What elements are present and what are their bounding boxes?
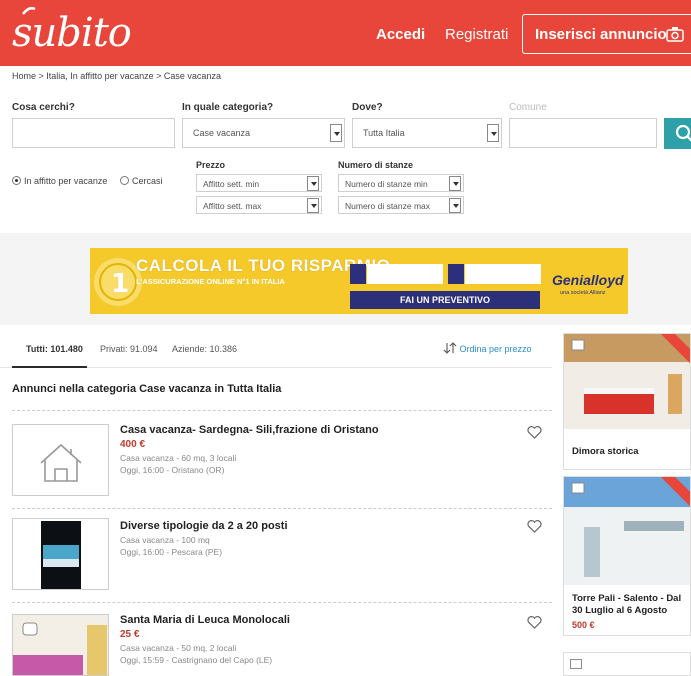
price-min-value: Affitto sett. min [203, 179, 260, 189]
comune-label: Comune [509, 102, 547, 113]
price-max-select[interactable]: Affitto sett. max [196, 196, 322, 214]
divider [12, 508, 552, 509]
search-icon [675, 124, 691, 142]
card-photo [564, 334, 690, 429]
featured-card[interactable] [563, 652, 691, 676]
date-input[interactable] [465, 264, 541, 284]
card-title: Torre Pali - Salento - Dal 30 Luglio al … [572, 593, 682, 617]
listing-price: 400 € [120, 439, 146, 450]
featured-card[interactable]: Dimora storica [563, 333, 691, 470]
listing-photo [13, 615, 108, 675]
category-label: In quale categoria? [182, 102, 274, 113]
rooms-min-select[interactable]: Numero di stanze min [338, 174, 464, 192]
tab-active-indicator [12, 366, 87, 368]
quote-button[interactable]: FAI UN PREVENTIVO [350, 291, 540, 309]
card-title: Dimora storica [572, 446, 639, 457]
divider [12, 602, 552, 603]
what-input[interactable] [12, 118, 175, 148]
featured-card[interactable]: Torre Pali - Salento - Dal 30 Luglio al … [563, 476, 691, 636]
post-ad-label: Inserisci annuncio [535, 26, 667, 43]
section-title: Annunci nella categoria Case vacanza in … [12, 383, 282, 395]
logo-swoosh-icon [22, 6, 36, 15]
chevron-down-icon [330, 124, 342, 142]
ad-banner[interactable]: 1 CALCOLA IL TUO RISPARMIO L'ASSICURAZIO… [90, 248, 628, 314]
radio-cercasi-label: Cercasi [132, 176, 163, 186]
card-price: 500 € [572, 620, 595, 630]
rooms-label: Numero di stanze [338, 160, 414, 170]
category-select[interactable]: Case vacanza [182, 118, 345, 148]
plate-icon [350, 264, 366, 284]
top-header: subito Accedi Registrati Inserisci annun… [0, 0, 691, 66]
plate-input[interactable] [367, 264, 443, 284]
listing-details: Casa vacanza - 50 mq, 2 locali [120, 643, 237, 653]
chevron-down-icon [449, 176, 461, 191]
rooms-max-value: Numero di stanze max [345, 201, 431, 211]
tab-companies[interactable]: Aziende: 10.386 [172, 344, 237, 354]
comune-input[interactable] [509, 118, 657, 148]
photo-icon [570, 659, 582, 669]
sort-label: Ordina per prezzo [459, 344, 532, 354]
rooms-max-select[interactable]: Numero di stanze max [338, 196, 464, 214]
breadcrumb[interactable]: Home > Italia, In affitto per vacanze > … [12, 71, 221, 81]
card-photo [564, 477, 690, 585]
listing-details: Casa vacanza - 60 mq, 3 locali [120, 453, 237, 463]
sort-button[interactable]: Ordina per prezzo [443, 342, 532, 354]
login-link[interactable]: Accedi [376, 26, 425, 43]
radio-cercasi[interactable]: Cercasi [120, 176, 163, 186]
what-label: Cosa cerchi? [12, 102, 75, 113]
genialloyd-sub: una società Allianz [560, 290, 606, 296]
chevron-down-icon [487, 124, 499, 142]
register-link[interactable]: Registrati [445, 26, 508, 43]
listing-posted: Oggi, 16:00 - Oristano (OR) [120, 465, 225, 475]
listing-thumbnail[interactable] [12, 614, 109, 676]
radio-selected-icon [12, 176, 21, 185]
listing-thumbnail[interactable] [12, 518, 109, 590]
price-max-value: Affitto sett. max [203, 201, 262, 211]
price-min-select[interactable]: Affitto sett. min [196, 174, 322, 192]
camera-icon [666, 27, 684, 42]
radio-in-affitto-label: In affitto per vacanze [24, 176, 108, 186]
rooms-min-value: Numero di stanze min [345, 179, 428, 189]
tab-private[interactable]: Privati: 91.094 [100, 344, 158, 354]
chevron-down-icon [307, 198, 319, 213]
where-value: Tutta Italia [363, 128, 405, 138]
divider [12, 410, 552, 411]
search-button[interactable] [664, 118, 691, 149]
sort-icon [443, 342, 457, 354]
listing-posted: Oggi, 16:00 - Pescara (PE) [120, 547, 223, 557]
heart-icon[interactable] [527, 520, 542, 533]
listing-photo [41, 521, 81, 589]
radio-in-affitto[interactable]: In affitto per vacanze [12, 176, 107, 186]
genialloyd-logo: Genialloyd [552, 272, 624, 288]
listing-title[interactable]: Diverse tipologie da 2 a 20 posti [120, 520, 288, 532]
banner-subtitle: L'ASSICURAZIONE ONLINE N°1 IN ITALIA [136, 277, 285, 286]
chevron-down-icon [307, 176, 319, 191]
category-value: Case vacanza [193, 128, 251, 138]
subito-logo[interactable]: subito [12, 10, 132, 56]
svg-text:1: 1 [111, 269, 129, 299]
listing-title[interactable]: Casa vacanza- Sardegna- Sili,frazione di… [120, 424, 379, 436]
listing-price: 25 € [120, 629, 140, 640]
heart-icon[interactable] [527, 426, 542, 439]
tab-all[interactable]: Tutti: 101.480 [26, 344, 83, 354]
where-select[interactable]: Tutta Italia [352, 118, 502, 148]
listing-posted: Oggi, 15:59 - Castrignano del Capo (LE) [120, 655, 273, 665]
house-icon [40, 443, 82, 482]
heart-icon[interactable] [527, 616, 542, 629]
radio-unselected-icon [120, 176, 129, 185]
chevron-down-icon [449, 198, 461, 213]
where-label: Dove? [352, 102, 383, 113]
calendar-icon [448, 264, 464, 284]
listing-thumbnail-placeholder[interactable] [12, 424, 109, 496]
listing-title[interactable]: Santa Maria di Leuca Monolocali [120, 614, 290, 626]
listing-details: Casa vacanza - 100 mq [120, 535, 210, 545]
price-label: Prezzo [196, 160, 226, 170]
